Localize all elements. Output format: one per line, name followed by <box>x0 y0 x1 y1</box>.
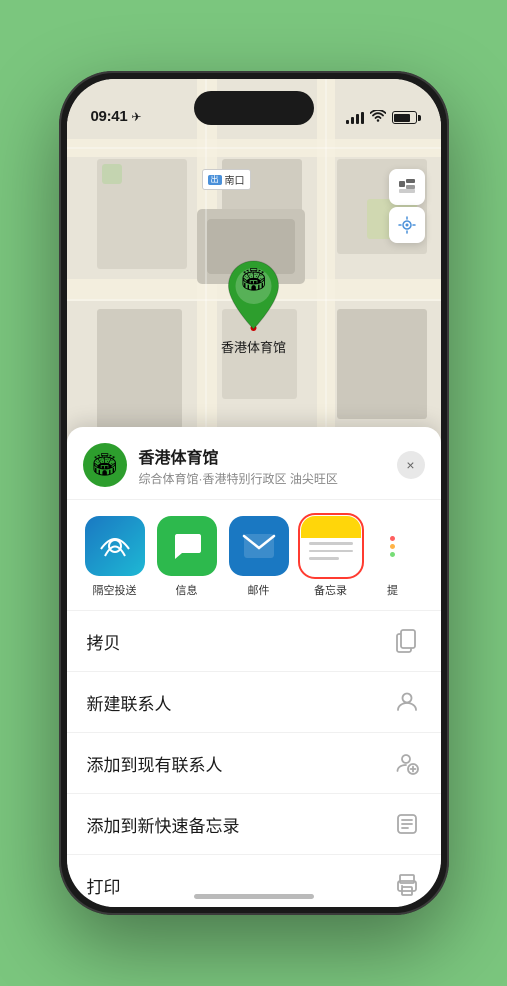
more-label: 提 <box>387 582 398 598</box>
app-item-messages[interactable]: 信息 <box>155 516 219 598</box>
battery-icon <box>392 111 417 124</box>
copy-label: 拷贝 <box>87 629 121 654</box>
app-item-mail[interactable]: 邮件 <box>227 516 291 598</box>
wifi-icon <box>370 110 386 125</box>
add-note-icon <box>393 810 421 838</box>
airdrop-label: 隔空投送 <box>93 582 137 598</box>
copy-icon <box>393 627 421 655</box>
app-item-airdrop[interactable]: 隔空投送 <box>83 516 147 598</box>
home-indicator <box>194 894 314 899</box>
venue-icon: 🏟 <box>83 443 127 487</box>
map-type-button[interactable] <box>389 169 425 205</box>
dot-orange <box>390 544 395 549</box>
location-icon: ✈ <box>131 110 141 124</box>
mail-icon <box>229 516 289 576</box>
new-contact-label: 新建联系人 <box>87 690 172 715</box>
print-icon <box>393 871 421 899</box>
venue-pin-label: 香港体育馆 <box>221 337 286 356</box>
apps-row: 隔空投送 信息 <box>67 500 441 611</box>
map-controls <box>389 169 425 243</box>
signal-bar-3 <box>356 114 359 124</box>
venue-info: 香港体育馆 综合体育馆·香港特别行政区 油尖旺区 <box>139 444 397 487</box>
action-print[interactable]: 打印 <box>67 855 441 907</box>
action-add-note[interactable]: 添加到新快速备忘录 <box>67 794 441 855</box>
location-button[interactable] <box>389 207 425 243</box>
more-icon <box>371 516 415 576</box>
battery-fill <box>394 114 410 122</box>
add-existing-label: 添加到现有联系人 <box>87 751 223 776</box>
messages-icon <box>157 516 217 576</box>
action-new-contact[interactable]: 新建联系人 <box>67 672 441 733</box>
close-button[interactable]: × <box>397 451 425 479</box>
status-icons <box>346 110 417 125</box>
signal-bars <box>346 112 364 124</box>
dots-column <box>390 536 395 557</box>
app-item-notes[interactable]: 备忘录 <box>299 516 363 598</box>
venue-header: 🏟 香港体育馆 综合体育馆·香港特别行政区 油尖旺区 × <box>67 427 441 500</box>
phone-screen: 09:41 ✈ <box>67 79 441 907</box>
notes-label: 备忘录 <box>314 582 347 598</box>
add-note-label: 添加到新快速备忘录 <box>87 812 240 837</box>
signal-bar-1 <box>346 120 349 124</box>
dot-red <box>390 536 395 541</box>
share-sheet: 🏟 香港体育馆 综合体育馆·香港特别行政区 油尖旺区 × <box>67 427 441 907</box>
venue-subtitle: 综合体育馆·香港特别行政区 油尖旺区 <box>139 470 397 487</box>
signal-bar-2 <box>351 117 354 124</box>
south-gate-icon: 出 <box>208 175 222 185</box>
notes-icon <box>301 516 361 576</box>
venue-pin: 🏟 香港体育馆 <box>221 259 286 356</box>
signal-bar-4 <box>361 112 364 124</box>
status-time: 09:41 <box>91 108 128 125</box>
phone-frame: 09:41 ✈ <box>59 71 449 915</box>
dot-green <box>390 552 395 557</box>
dynamic-island <box>194 91 314 125</box>
new-contact-icon <box>393 688 421 716</box>
south-gate-text: 南口 <box>225 172 245 187</box>
print-label: 打印 <box>87 873 121 898</box>
action-copy[interactable]: 拷贝 <box>67 611 441 672</box>
airdrop-icon <box>85 516 145 576</box>
action-add-existing[interactable]: 添加到现有联系人 <box>67 733 441 794</box>
add-existing-icon <box>393 749 421 777</box>
messages-label: 信息 <box>176 582 198 598</box>
mail-label: 邮件 <box>248 582 270 598</box>
app-item-more[interactable]: 提 <box>371 516 415 598</box>
south-gate-label: 出 南口 <box>202 169 251 190</box>
venue-title: 香港体育馆 <box>139 444 397 468</box>
